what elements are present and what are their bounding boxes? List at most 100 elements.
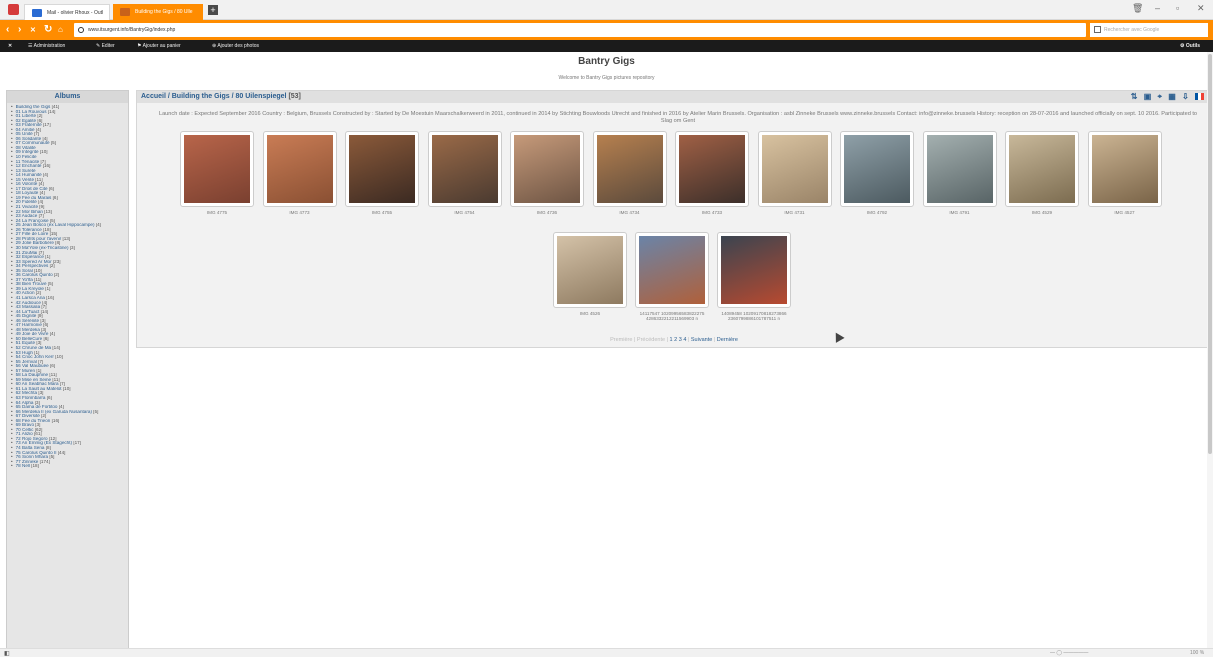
album-label[interactable]: 41 Larsca Ana [16,296,45,300]
album-label[interactable]: 09 Intégrité [16,150,39,154]
photo-caption[interactable]: IMG 4792 [832,210,922,215]
album-label[interactable]: 23 Audace [16,214,38,218]
site-info-icon[interactable] [78,27,84,33]
reload-icon[interactable]: ↻ [44,24,52,35]
album-label[interactable]: 40 Action [16,291,35,295]
album-label[interactable]: 64 Alpha [16,401,34,405]
album-label[interactable]: 15 Vérité [16,178,34,182]
album-label[interactable]: 47 Harmonie [16,323,42,327]
photo-thumbnail[interactable] [427,131,502,207]
album-label[interactable]: 17 Droit de Cité [16,187,48,191]
photo-caption[interactable]: IMG 4754 [420,210,510,215]
pager-page-1[interactable]: 1 [670,337,673,343]
pager-page-2[interactable]: 2 [674,337,677,343]
album-label[interactable]: 38 Bien Trouvé [16,282,47,286]
photo-thumbnail[interactable] [180,131,254,207]
maximize-icon[interactable]: ▫ [1176,3,1179,13]
photo-thumbnail[interactable] [635,232,709,308]
photo-thumbnail[interactable] [675,131,749,207]
album-label[interactable]: 12 Enchanté [16,164,42,168]
sort-icon[interactable]: ⇅ [1131,92,1140,101]
album-label[interactable]: 04 Amitié [16,128,35,132]
photo-caption[interactable]: IMG 4734 [585,210,675,215]
editer-link[interactable]: ✎ Editer [96,43,115,49]
album-label[interactable]: 58 La Dauphine [16,373,48,377]
album-label[interactable]: 37 Yo'lfa [16,278,33,282]
album-label[interactable]: 01 Liberté [16,114,36,118]
album-label[interactable]: 69 Bravo [16,423,34,427]
album-label[interactable]: 42 Audiouce [16,301,41,305]
album-label[interactable]: 45 Dignité [16,314,37,318]
album-label[interactable]: 63 Florimbarra [16,396,46,400]
album-label[interactable]: 49 Joie de Vivre [16,332,49,336]
photo-caption[interactable]: IMG 4733 [667,210,757,215]
album-label[interactable]: 76 Sionn Mhara [16,455,48,459]
album-label[interactable]: 73 An Emmig (Ex Stagecht) [16,441,72,445]
slideshow-icon[interactable]: ▣ [1144,92,1154,101]
photo-caption[interactable]: IMG 4773 [255,210,345,215]
album-label[interactable]: 50 BelleCure [16,337,43,341]
album-label[interactable]: 70 Celtic [16,428,34,432]
album-label[interactable]: 60 An Seabhac Mara [16,382,59,386]
pager-last[interactable]: Dernière [717,337,738,343]
album-label[interactable]: 13 Sureté [16,169,36,173]
album-label[interactable]: 54 Cnoc John Kerr [16,355,54,359]
photo-thumbnail[interactable] [922,131,997,207]
album-label[interactable]: 06 Solidarité [16,137,42,141]
photo-caption[interactable]: IMG 4731 [750,210,840,215]
pager-page-3[interactable]: 3 [679,337,682,343]
album-label[interactable]: Building the Gigs [16,105,51,109]
ajouter-panier-link[interactable]: ⚑ Ajouter au panier [137,43,181,49]
tab-mail[interactable]: Mail - olivier Rhoux - Outl [24,4,110,20]
album-label[interactable]: 51 Equité [16,341,35,345]
album-label[interactable]: 21 Vivacité [16,205,38,209]
album-label[interactable]: 20 Fidelité [16,200,37,204]
url-bar[interactable]: www.itsurgent.info/BantryGig/index.php [74,23,1086,37]
album-label[interactable]: 72 Rojo Segoro [16,437,48,441]
album-label[interactable]: 68 Fée du Trieon [16,419,51,423]
photo-caption[interactable]: IMG 4755 [337,210,427,215]
sidebar-toggle-icon[interactable]: ◧ [4,650,10,657]
browser-menu-icon[interactable] [8,4,19,15]
album-label[interactable]: 46 Sérénité [16,319,40,323]
album-label[interactable]: 53 Hugh [16,351,33,355]
photo-caption[interactable]: IMG 4791 [915,210,1005,215]
album-label[interactable]: 05 Unité [16,132,33,136]
album-label[interactable]: 48 Merdeka [16,328,40,332]
pager-next[interactable]: Suivante [691,337,712,343]
photo-caption[interactable]: 14117547 10209956583822275 4286332212211… [627,311,717,321]
album-label[interactable]: 22 Mor Bihan [16,210,43,214]
language-flag-icon[interactable] [1195,93,1204,101]
download-icon[interactable]: ⇩ [1182,92,1191,101]
album-label[interactable]: 43 Massalia [16,305,41,309]
photo-caption[interactable]: IMG 4736 [502,210,592,215]
photo-thumbnail[interactable] [840,131,914,207]
album-label[interactable]: 14 Humanité [16,173,42,177]
album-label[interactable]: 44 La'Tuact [16,310,40,314]
album-label[interactable]: 11 Ténacité [16,160,40,164]
photo-thumbnail[interactable] [1005,131,1079,207]
album-label[interactable]: 52 Chrune de Ma [16,346,52,350]
search-bar[interactable]: Rechercher avec Google [1090,23,1208,37]
album-label[interactable]: 16 Volonté [16,182,38,186]
album-label[interactable]: 33 Spered Ar Mor [16,260,52,264]
album-label[interactable]: 28 Profits pour l'avenir [16,237,62,241]
new-tab-button[interactable]: + [208,5,218,15]
album-label[interactable]: 10 Felicite [16,155,37,159]
stop-icon[interactable]: ✕ [30,26,36,34]
page-scrollbar[interactable] [1207,52,1213,648]
album-label[interactable]: 66 Merdeka II (ex Garuda Nusantara) [16,410,92,414]
ajouter-photos-link[interactable]: ⊕ Ajouter des photos [212,43,259,49]
album-label[interactable]: 65 Dama de Fortitoo [16,405,58,409]
album-label[interactable]: 74 Balta Sena [16,446,45,450]
back-icon[interactable]: ‹ [6,24,9,35]
home-icon[interactable]: ⌂ [58,25,63,34]
photo-caption[interactable]: IMG 4529 [997,210,1087,215]
album-label[interactable]: 36 Carolus Quinto [16,273,53,277]
photo-thumbnail[interactable] [345,131,419,207]
album-label[interactable]: 62 Mechta [16,391,37,395]
photo-caption[interactable]: IMG 4775 [172,210,262,215]
photo-thumbnail[interactable] [553,232,627,308]
album-item[interactable]: • 78 Nell [18] [11,464,128,469]
administration-link[interactable]: ☰ Administration [28,43,65,49]
